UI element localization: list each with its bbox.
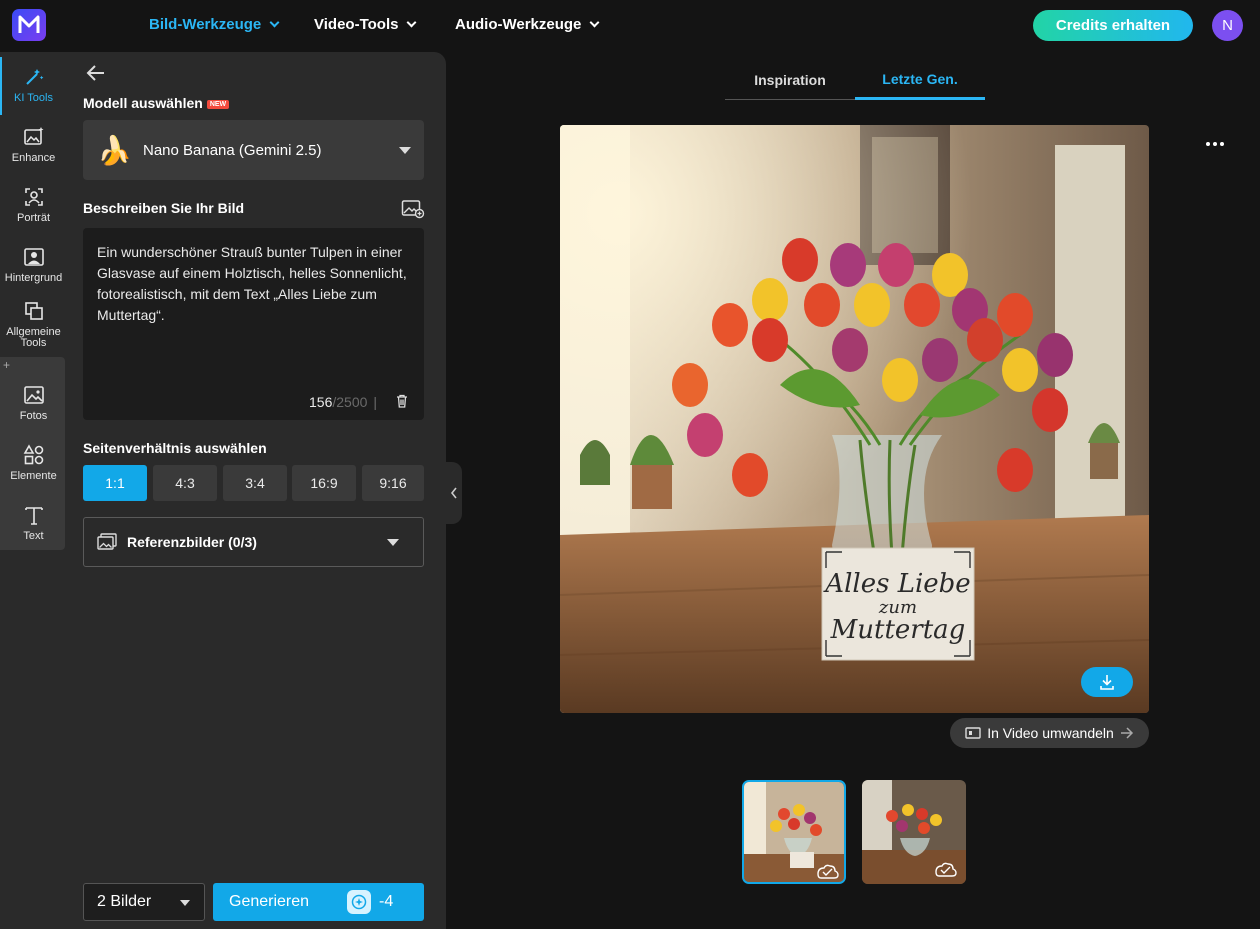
avatar[interactable]: N: [1212, 10, 1243, 41]
download-icon: [1100, 675, 1114, 690]
text-icon: [24, 507, 43, 525]
collapse-panel-handle[interactable]: [446, 462, 462, 524]
top-bar: Bild-Werkzeuge Video-Tools Audio-Werkzeu…: [0, 0, 1260, 52]
chevron-down-icon: [269, 17, 280, 28]
chevron-down-icon: [407, 17, 417, 28]
character-counter: 156/2500 |: [309, 394, 383, 410]
back-arrow-icon[interactable]: [86, 64, 106, 82]
reference-images-dropdown[interactable]: Referenzbilder (0/3): [83, 517, 424, 567]
dropdown-arrow-icon: [399, 147, 411, 154]
thumbnail-2[interactable]: [862, 780, 966, 884]
rail-item-elements[interactable]: Elemente: [0, 444, 67, 482]
photo-icon: [23, 386, 44, 404]
dropdown-arrow-icon: [387, 539, 399, 546]
app-logo[interactable]: [12, 9, 46, 41]
rail-item-label: Porträt: [16, 212, 50, 224]
model-name: Nano Banana (Gemini 2.5): [143, 141, 322, 159]
reference-images-label: Referenzbilder (0/3): [127, 534, 257, 550]
arrow-right-icon: [1120, 727, 1133, 739]
rail-item-label: Elemente: [10, 470, 57, 482]
download-button[interactable]: [1081, 667, 1133, 697]
card-text-line-1: Alles Liebe: [823, 569, 970, 599]
describe-heading: Beschreiben Sie Ihr Bild: [83, 200, 245, 216]
nav-audio-tools-label: Audio-Werkzeuge: [455, 16, 582, 33]
rail-item-label: Enhance: [11, 152, 56, 164]
plus-icon[interactable]: +: [3, 358, 10, 372]
nav-audio-tools[interactable]: Audio-Werkzeuge: [455, 16, 600, 33]
image-count-label: 2 Bilder: [97, 893, 152, 910]
tab-recent-generations[interactable]: Letzte Gen.: [855, 60, 985, 100]
rail-item-label: KI Tools: [14, 92, 53, 104]
rail-item-portrait[interactable]: Porträt: [0, 186, 67, 224]
rail-item-label: Allgemeine Tools: [6, 326, 61, 349]
tool-rail: + KI Tools Enhance Porträt Hintergrund A…: [0, 52, 67, 929]
rail-item-ai-tools[interactable]: KI Tools: [0, 66, 67, 104]
rail-item-label: Fotos: [19, 410, 48, 422]
thumbnail-2-image: [862, 780, 966, 884]
portrait-icon: [24, 188, 43, 206]
banana-icon: 🍌: [97, 134, 132, 166]
convert-to-video-label: In Video umwandeln: [987, 725, 1114, 741]
generated-image[interactable]: Alles Liebe zum Muttertag: [560, 125, 1149, 713]
ratio-heading: Seitenverhältnis auswählen: [83, 440, 267, 456]
ratio-button-16-9[interactable]: 16:9: [292, 465, 356, 501]
rail-item-enhance[interactable]: Enhance: [0, 126, 67, 164]
char-separator: |: [373, 394, 378, 410]
model-heading-text: Modell auswählen: [83, 95, 203, 111]
image-enhance-icon: [23, 127, 43, 145]
logo-mark-icon: [18, 15, 40, 33]
nav-video-tools-label: Video-Tools: [314, 16, 399, 33]
rail-item-text[interactable]: Text: [0, 504, 67, 542]
convert-to-video-button[interactable]: In Video umwandeln: [950, 718, 1149, 748]
new-badge: NEW: [206, 100, 230, 109]
thumbnail-1-image: [744, 782, 844, 882]
rail-item-background[interactable]: Hintergrund: [0, 246, 67, 284]
generate-cost: -4: [379, 893, 394, 910]
prompt-text: Ein wunderschöner Strauß bunter Tulpen i…: [97, 244, 407, 323]
magic-wand-icon: [25, 69, 43, 85]
generate-button[interactable]: Generieren -4: [213, 883, 424, 921]
layers-icon: [24, 302, 43, 320]
card-text-line-3: Muttertag: [830, 615, 966, 645]
image-to-prompt-icon[interactable]: [401, 199, 425, 219]
tab-inspiration[interactable]: Inspiration: [725, 60, 855, 100]
video-convert-icon: [965, 727, 981, 739]
image-count-select[interactable]: 2 Bilder: [83, 883, 205, 921]
tulip-bouquet-image: Alles Liebe zum Muttertag: [560, 125, 1149, 713]
nav-image-tools-label: Bild-Werkzeuge: [149, 16, 262, 33]
trash-icon[interactable]: [396, 394, 408, 408]
prompt-textarea[interactable]: Ein wunderschöner Strauß bunter Tulpen i…: [83, 228, 424, 420]
ratio-button-9-16[interactable]: 9:16: [362, 465, 424, 501]
ratio-button-3-4[interactable]: 3:4: [223, 465, 287, 501]
chevron-left-icon: [450, 487, 457, 499]
get-credits-button[interactable]: Credits erhalten: [1033, 10, 1193, 41]
char-count: 156: [309, 394, 333, 410]
nav-video-tools[interactable]: Video-Tools: [314, 16, 417, 33]
rail-item-label: Text: [23, 530, 44, 542]
char-max: /2500: [332, 394, 368, 410]
credit-icon: [347, 890, 371, 914]
dropdown-arrow-icon: [180, 900, 190, 906]
rail-item-photos[interactable]: Fotos: [0, 384, 67, 422]
nav-image-tools[interactable]: Bild-Werkzeuge: [149, 16, 280, 33]
rail-item-general-tools[interactable]: Allgemeine Tools: [0, 300, 67, 349]
reference-images-icon: [97, 533, 117, 550]
background-icon: [23, 248, 44, 266]
result-tabs: Inspiration Letzte Gen.: [725, 60, 985, 100]
shapes-icon: [23, 444, 43, 465]
more-options-icon[interactable]: [1204, 140, 1226, 148]
ratio-button-1-1[interactable]: 1:1: [83, 465, 147, 501]
generate-label: Generieren: [229, 893, 310, 910]
model-heading: Modell auswählen NEW: [83, 95, 230, 111]
thumbnail-1[interactable]: [742, 780, 846, 884]
ratio-button-4-3[interactable]: 4:3: [153, 465, 217, 501]
model-select[interactable]: 🍌 Nano Banana (Gemini 2.5): [83, 120, 424, 180]
rail-item-label: Hintergrund: [4, 272, 63, 284]
chevron-down-icon: [589, 17, 600, 28]
